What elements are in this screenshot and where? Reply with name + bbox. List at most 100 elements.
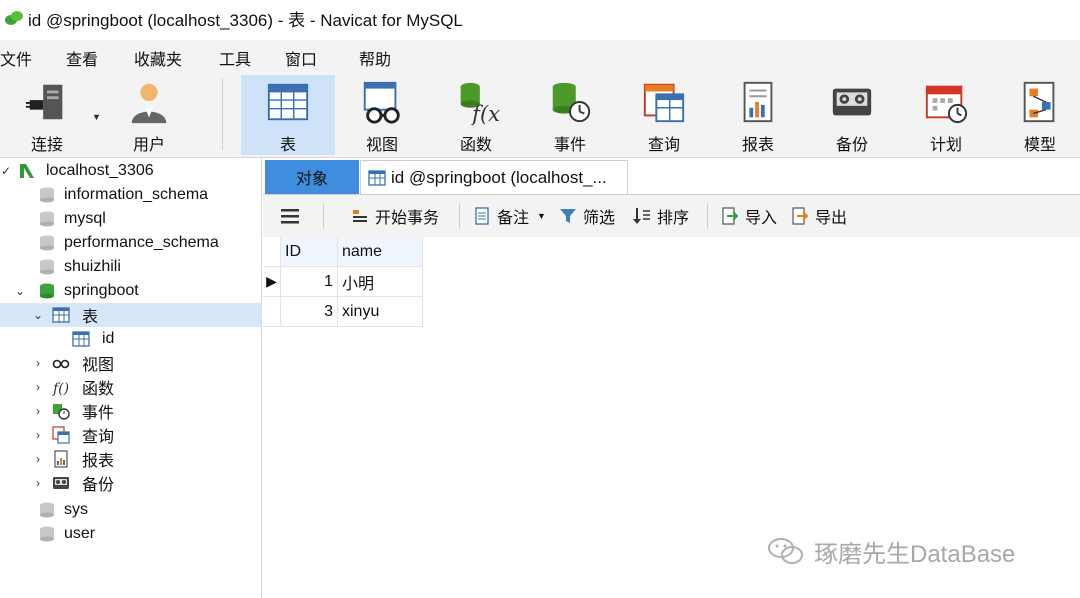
report-icon [54,450,68,468]
connection-dropdown-caret-icon[interactable]: ▼ [92,112,101,122]
toolbar-event-button[interactable]: 事件 [523,75,617,155]
begin-transaction-label: 开始事务 [375,210,440,227]
connection-icon [20,164,34,178]
tree-database-label: information_schema [64,186,209,203]
toolbar-divider [222,78,223,150]
tab-objects[interactable]: 对象 [265,160,359,194]
toolbar-function-button[interactable]: f(x) 函数 [429,75,523,155]
grid-cell-id[interactable]: 1 [281,267,338,297]
chevron-right-icon[interactable]: › [32,428,44,442]
tree-functions-group[interactable]: › f() 函数 [0,375,261,399]
tree-database-item[interactable]: user [0,522,261,546]
tree-database-springboot[interactable]: ⌄ springboot [0,279,261,303]
chevron-right-icon[interactable]: › [32,404,44,418]
chevron-right-icon[interactable]: › [32,380,44,394]
memo-dropdown-caret-icon[interactable]: ▼ [537,211,546,221]
query-icon [643,83,685,123]
tree-database-item[interactable]: information_schema [0,183,261,207]
tree-group-label: 函数 [82,381,115,398]
toolbar-event-label: 事件 [553,137,586,154]
menu-favorites[interactable]: 收藏夹 [134,46,182,70]
chevron-right-icon[interactable]: › [32,452,44,466]
row-selector-current[interactable]: ▶ [263,267,281,297]
database-icon [40,526,54,542]
begin-transaction-button[interactable]: 开始事务 [351,203,439,229]
hamburger-menu-icon [281,209,299,224]
tree-tables-group[interactable]: ⌄ 表 [0,303,261,327]
toolbar-model-button[interactable]: 模型 [993,75,1080,155]
toolbar-table-button[interactable]: 表 [241,75,335,155]
main-toolbar: 连接 ▼ 用户 表 视图 f(x 函数 事件 查询 报表 备份 计划 模型 [0,72,1080,158]
tree-group-label: 视图 [82,357,115,374]
menu-window[interactable]: 窗口 [285,46,317,70]
toolbar-function-label: 函数 [459,137,492,154]
chevron-right-icon[interactable]: › [32,356,44,370]
database-icon [40,187,54,203]
grid-cell-name[interactable]: xinyu [338,297,423,327]
filter-label: 筛选 [583,210,616,227]
tree-queries-group[interactable]: › 查询 [0,423,261,447]
toolbar-report-button[interactable]: 报表 [711,75,805,155]
tree-database-label: performance_schema [64,234,219,251]
tree-views-group[interactable]: › 视图 [0,351,261,375]
toolbar-query-label: 查询 [647,137,680,154]
import-icon [722,207,739,225]
tree-reports-group[interactable]: › 报表 [0,447,261,471]
toolbar-query-button[interactable]: 查询 [617,75,711,155]
tree-connection-localhost[interactable]: ✓ localhost_3306 [0,159,261,183]
title-bar: id @springboot (localhost_3306) - 表 - Na… [0,0,1080,36]
chevron-right-icon[interactable]: › [32,476,44,490]
chevron-down-icon[interactable]: ✓ [0,164,12,178]
sort-button[interactable]: 排序 [633,203,689,229]
user-icon [131,83,167,124]
model-icon [1023,81,1055,123]
hamburger-menu-button[interactable] [279,203,301,229]
chevron-down-icon[interactable]: ⌄ [14,284,26,298]
menu-tools[interactable]: 工具 [219,46,251,70]
tree-database-item[interactable]: sys [0,498,261,522]
tab-table-id[interactable]: id @springboot (localhost_... [360,160,628,194]
table-icon [52,307,70,323]
tree-connection-label: localhost_3306 [46,162,154,179]
memo-document-icon [475,207,489,225]
toolbar-separator [707,203,708,229]
column-header-id[interactable]: ID [281,237,338,267]
tree-database-item[interactable]: performance_schema [0,231,261,255]
row-selector[interactable] [263,297,281,327]
menu-file[interactable]: 文件 [0,46,32,70]
tree-backups-group[interactable]: › 备份 [0,471,261,495]
import-label: 导入 [745,210,778,227]
filter-button[interactable]: 筛选 [559,203,615,229]
grid-cell-id[interactable]: 3 [281,297,338,327]
toolbar-model-label: 模型 [1023,137,1056,154]
tree-database-label: mysql [64,210,106,227]
toolbar-backup-button[interactable]: 备份 [805,75,899,155]
table-icon [267,83,309,121]
tree-table-id[interactable]: id [0,327,261,351]
query-icon [52,426,70,444]
export-button[interactable]: 导出 [791,203,847,229]
tree-database-item[interactable]: shuizhili [0,255,261,279]
toolbar-table-label: 表 [279,137,296,154]
menu-bar: 文件 查看 收藏夹 工具 窗口 帮助 [0,40,1080,72]
chevron-down-icon[interactable]: ⌄ [32,308,44,322]
tree-events-group[interactable]: › 事件 [0,399,261,423]
tree-database-label: springboot [64,282,139,299]
toolbar-connection-button[interactable]: 连接 [0,75,94,155]
grid-cell-name[interactable]: 小明 [338,267,423,297]
memo-button[interactable]: 备注 ▼ [473,203,546,229]
tree-database-item[interactable]: mysql [0,207,261,231]
toolbar-view-button[interactable]: 视图 [335,75,429,155]
column-header-name[interactable]: name [338,237,423,267]
grid-corner [263,237,281,267]
tree-group-label: 查询 [82,429,115,446]
memo-label: 备注 [497,210,530,227]
view-glasses-icon [363,81,400,124]
toolbar-user-button[interactable]: 用户 [102,75,196,155]
export-icon [792,207,809,225]
menu-view[interactable]: 查看 [66,46,98,70]
tree-database-label: sys [64,501,88,518]
menu-help[interactable]: 帮助 [359,46,391,70]
import-button[interactable]: 导入 [721,203,777,229]
toolbar-schedule-button[interactable]: 计划 [899,75,993,155]
